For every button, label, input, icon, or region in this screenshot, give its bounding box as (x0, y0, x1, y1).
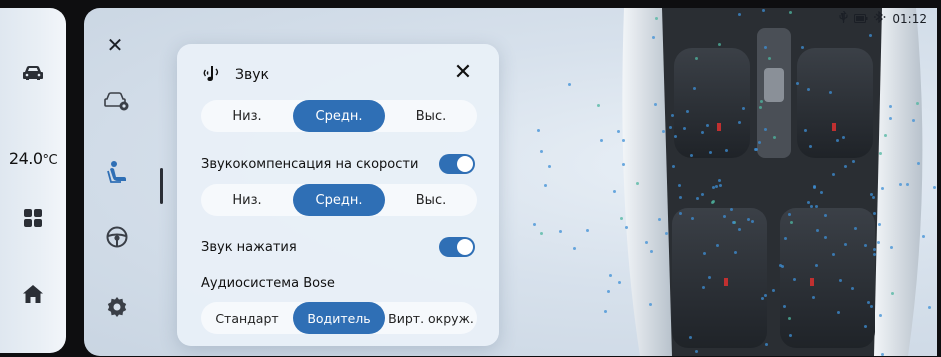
volume-level-option[interactable]: Низ. (201, 100, 293, 132)
speed-comp-level-option[interactable]: Средн. (293, 184, 385, 216)
temperature-display[interactable]: 24.0°C (0, 146, 66, 170)
speed-comp-level-option[interactable]: Низ. (201, 184, 293, 216)
bose-audio-label: Аудиосистема Bose (201, 276, 335, 291)
system-rail: 24.0°C (0, 8, 66, 353)
speed-compensation-toggle[interactable] (439, 154, 475, 174)
bose-mode-option[interactable]: Вирт. окруж. (385, 302, 477, 334)
speed-comp-level-option[interactable]: Выс. (385, 184, 477, 216)
bluetooth-icon (874, 10, 886, 26)
speed-compensation-label: Звукокомпенсация на скорости (201, 157, 419, 172)
bose-mode-option[interactable]: Стандарт (201, 302, 293, 334)
volume-level-option[interactable]: Выс. (385, 100, 477, 132)
close-panel-icon[interactable]: ✕ (451, 60, 475, 85)
gear-icon[interactable] (104, 294, 130, 320)
panel-header: Звук (203, 64, 269, 86)
speed-compensation-level-selector: Низ. Средн. Выс. (201, 184, 477, 216)
panel-title: Звук (235, 67, 269, 83)
battery-icon (854, 12, 868, 26)
close-icon[interactable]: ✕ (104, 33, 126, 57)
volume-level-selector: Низ. Средн. Выс. (201, 100, 477, 132)
home-icon[interactable] (0, 282, 66, 306)
status-bar: 01:12 (839, 10, 927, 26)
speaker-sound-icon (203, 64, 225, 86)
touch-sound-toggle[interactable] (439, 237, 475, 257)
main-screen: 01:12 ✕ Звук ✕ Низ. Средн. Выс. Звукокомпе… (84, 8, 937, 356)
toggle-knob (457, 156, 473, 172)
temperature-unit: °C (42, 152, 58, 168)
clock-time: 01:12 (892, 11, 927, 26)
car-interior-visualization (512, 8, 937, 356)
usb-icon (839, 10, 848, 26)
toggle-knob (457, 239, 473, 255)
sound-settings-panel: Звук ✕ Низ. Средн. Выс. Звукокомпенсация н… (177, 44, 499, 346)
car-icon[interactable] (0, 60, 66, 86)
car-interior-image (622, 8, 923, 356)
steering-wheel-icon[interactable] (104, 224, 130, 250)
bose-mode-selector: Стандарт Водитель Вирт. окруж. (201, 302, 477, 334)
car-settings-icon[interactable] (104, 88, 130, 114)
temperature-value: 24.0 (8, 148, 43, 168)
seat-icon[interactable] (104, 160, 130, 186)
touch-sound-label: Звук нажатия (201, 240, 297, 255)
bose-mode-option[interactable]: Водитель (293, 302, 385, 334)
apps-grid-icon[interactable] (0, 206, 66, 230)
volume-level-option[interactable]: Средн. (293, 100, 385, 132)
nav-scroll-indicator[interactable] (160, 168, 163, 204)
